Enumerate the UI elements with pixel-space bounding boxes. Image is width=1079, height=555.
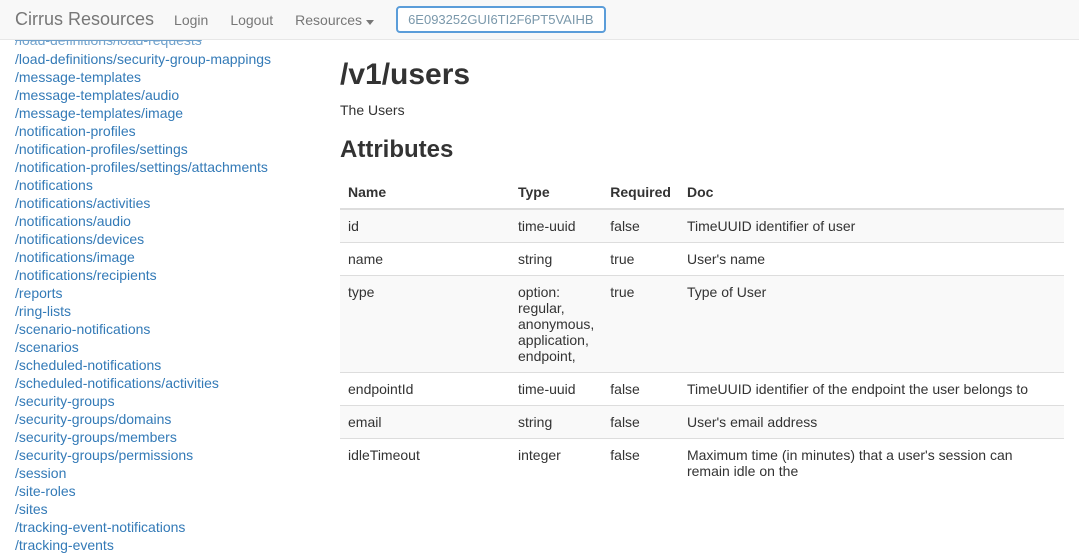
sidebar-link[interactable]: /security-groups/members bbox=[15, 428, 325, 446]
cell-required: true bbox=[602, 243, 679, 276]
sidebar-link[interactable]: /scenarios bbox=[15, 338, 325, 356]
cell-name: email bbox=[340, 406, 510, 439]
main-content: /v1/users The Users Attributes Name Type… bbox=[325, 40, 1079, 554]
sidebar-link[interactable]: /message-templates/image bbox=[15, 104, 325, 122]
cell-required: false bbox=[602, 209, 679, 243]
cell-name: type bbox=[340, 276, 510, 373]
cell-required: false bbox=[602, 439, 679, 488]
page-description: The Users bbox=[340, 102, 1064, 118]
cell-required: true bbox=[602, 276, 679, 373]
sidebar-link[interactable]: /notifications/devices bbox=[15, 230, 325, 248]
sidebar-link[interactable]: /security-groups/domains bbox=[15, 410, 325, 428]
resources-label: Resources bbox=[295, 12, 362, 28]
sidebar-link[interactable]: /ring-lists bbox=[15, 302, 325, 320]
attributes-table: Name Type Required Doc idtime-uuidfalseT… bbox=[340, 176, 1064, 487]
sidebar-link[interactable]: /notification-profiles/settings/attachme… bbox=[15, 158, 325, 176]
cell-name: endpointId bbox=[340, 373, 510, 406]
cell-name: name bbox=[340, 243, 510, 276]
cell-doc: Type of User bbox=[679, 276, 1064, 373]
cell-doc: Maximum time (in minutes) that a user's … bbox=[679, 439, 1064, 488]
cell-type: option: regular, anonymous, application,… bbox=[510, 276, 602, 373]
cell-doc: TimeUUID identifier of user bbox=[679, 209, 1064, 243]
sidebar-link[interactable]: /tracking-events bbox=[15, 536, 325, 554]
table-row: idtime-uuidfalseTimeUUID identifier of u… bbox=[340, 209, 1064, 243]
page-title: /v1/users bbox=[340, 58, 1064, 92]
navbar: Cirrus Resources Login Logout Resources bbox=[0, 0, 1079, 40]
header-type: Type bbox=[510, 176, 602, 209]
sidebar-link[interactable]: /notifications/activities bbox=[15, 194, 325, 212]
sidebar-link[interactable]: /notification-profiles/settings bbox=[15, 140, 325, 158]
sidebar-link[interactable]: /notification-profiles bbox=[15, 122, 325, 140]
header-required: Required bbox=[602, 176, 679, 209]
sidebar-link[interactable]: /message-templates bbox=[15, 68, 325, 86]
token-input[interactable] bbox=[396, 6, 606, 33]
cell-doc: TimeUUID identifier of the endpoint the … bbox=[679, 373, 1064, 406]
cell-type: time-uuid bbox=[510, 209, 602, 243]
table-row: typeoption: regular, anonymous, applicat… bbox=[340, 276, 1064, 373]
table-row: endpointIdtime-uuidfalseTimeUUID identif… bbox=[340, 373, 1064, 406]
brand[interactable]: Cirrus Resources bbox=[15, 9, 154, 30]
sidebar-link[interactable]: /notifications bbox=[15, 176, 325, 194]
sidebar-link[interactable]: /reports bbox=[15, 284, 325, 302]
sidebar-link[interactable]: /security-groups/permissions bbox=[15, 446, 325, 464]
table-row: emailstringfalseUser's email address bbox=[340, 406, 1064, 439]
cell-type: string bbox=[510, 243, 602, 276]
attributes-heading: Attributes bbox=[340, 136, 1064, 164]
sidebar: /load-definitions/load-requests/load-def… bbox=[0, 40, 325, 554]
header-doc: Doc bbox=[679, 176, 1064, 209]
cell-doc: User's name bbox=[679, 243, 1064, 276]
sidebar-link[interactable]: /message-templates/audio bbox=[15, 86, 325, 104]
cell-required: false bbox=[602, 406, 679, 439]
resources-dropdown[interactable]: Resources bbox=[295, 12, 374, 28]
sidebar-link[interactable]: /notifications/audio bbox=[15, 212, 325, 230]
cell-required: false bbox=[602, 373, 679, 406]
sidebar-link[interactable]: /notifications/recipients bbox=[15, 266, 325, 284]
table-row: idleTimeoutintegerfalseMaximum time (in … bbox=[340, 439, 1064, 488]
sidebar-link[interactable]: /security-groups bbox=[15, 392, 325, 410]
sidebar-link[interactable]: /scheduled-notifications bbox=[15, 356, 325, 374]
sidebar-link[interactable]: /load-definitions/load-requests bbox=[15, 40, 325, 50]
sidebar-link[interactable]: /session bbox=[15, 464, 325, 482]
login-link[interactable]: Login bbox=[174, 12, 208, 28]
sidebar-link[interactable]: /sites bbox=[15, 500, 325, 518]
cell-name: id bbox=[340, 209, 510, 243]
header-name: Name bbox=[340, 176, 510, 209]
sidebar-link[interactable]: /site-roles bbox=[15, 482, 325, 500]
sidebar-link[interactable]: /tracking-event-notifications bbox=[15, 518, 325, 536]
chevron-down-icon bbox=[366, 12, 374, 28]
sidebar-link[interactable]: /scheduled-notifications/activities bbox=[15, 374, 325, 392]
cell-type: integer bbox=[510, 439, 602, 488]
sidebar-link[interactable]: /load-definitions/security-group-mapping… bbox=[15, 50, 325, 68]
cell-doc: User's email address bbox=[679, 406, 1064, 439]
table-row: namestringtrueUser's name bbox=[340, 243, 1064, 276]
logout-link[interactable]: Logout bbox=[230, 12, 273, 28]
cell-type: string bbox=[510, 406, 602, 439]
sidebar-link[interactable]: /scenario-notifications bbox=[15, 320, 325, 338]
sidebar-link[interactable]: /notifications/image bbox=[15, 248, 325, 266]
cell-name: idleTimeout bbox=[340, 439, 510, 488]
cell-type: time-uuid bbox=[510, 373, 602, 406]
